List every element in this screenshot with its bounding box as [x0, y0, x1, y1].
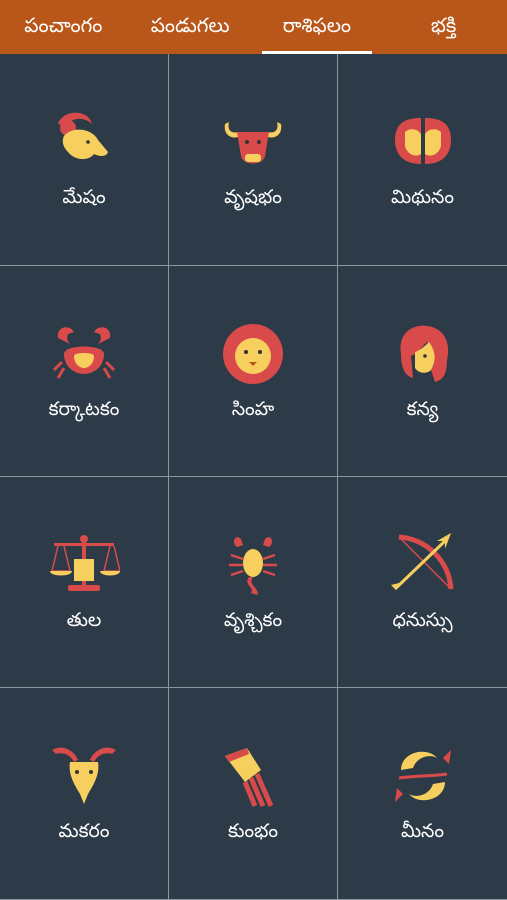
aquarius-pot-icon	[225, 748, 274, 808]
tab-horoscope[interactable]: రాశిఫలం	[254, 0, 381, 54]
sign-card-capricorn[interactable]: మకరం	[0, 688, 169, 900]
sign-label: కర్కాటకం	[48, 397, 120, 420]
tab-bar: పంచాంగం పండుగలు రాశిఫలం భక్తి	[0, 0, 507, 54]
virgo-maiden-icon	[399, 325, 448, 382]
sign-label: మేషం	[62, 186, 106, 208]
capricorn-goat-icon	[52, 747, 116, 804]
pisces-fish-icon	[394, 750, 451, 802]
zodiac-grid: మేషం వృషభం మిథునం కర్కాటకం సింహ కన్య తుల…	[0, 54, 507, 900]
taurus-bull-icon	[224, 122, 282, 164]
sign-card-gemini[interactable]: మిథునం	[338, 54, 507, 266]
sign-card-virgo[interactable]: కన్య	[338, 266, 507, 477]
sign-card-leo[interactable]: సింహ	[169, 266, 338, 477]
sign-card-scorpio[interactable]: వృశ్చికం	[169, 477, 338, 688]
sign-label: వృశ్చికం	[223, 608, 283, 631]
sign-card-aries[interactable]: మేషం	[0, 54, 169, 266]
aries-ram-icon	[58, 112, 108, 160]
sign-label: తుల	[66, 608, 102, 631]
sign-label: ధనుస్సు	[392, 608, 453, 631]
libra-scales-icon	[50, 534, 120, 591]
tab-festivals[interactable]: పండుగలు	[127, 0, 254, 54]
sign-card-libra[interactable]: తుల	[0, 477, 169, 688]
sign-label: సింహ	[231, 397, 275, 420]
sign-card-sagittarius[interactable]: ధనుస్సు	[338, 477, 507, 688]
sign-label: కుంభం	[227, 820, 278, 842]
sign-card-aquarius[interactable]: కుంభం	[169, 688, 338, 900]
gemini-twins-icon	[394, 118, 451, 164]
scorpio-scorpion-icon	[229, 536, 277, 595]
leo-lion-icon	[223, 323, 283, 384]
sign-label: కన్య	[406, 397, 439, 420]
sagittarius-bow-icon	[390, 532, 453, 590]
tab-panchangam[interactable]: పంచాంగం	[0, 0, 127, 54]
cancer-crab-icon	[52, 326, 116, 379]
sign-label: మకరం	[58, 820, 110, 842]
sign-label: వృషభం	[224, 186, 282, 208]
sign-card-taurus[interactable]: వృషభం	[169, 54, 338, 266]
tab-devotion[interactable]: భక్తి	[380, 0, 507, 54]
sign-label: మిథునం	[390, 186, 455, 208]
sign-card-cancer[interactable]: కర్కాటకం	[0, 266, 169, 477]
sign-label: మీనం	[400, 820, 445, 842]
sign-card-pisces[interactable]: మీనం	[338, 688, 507, 900]
